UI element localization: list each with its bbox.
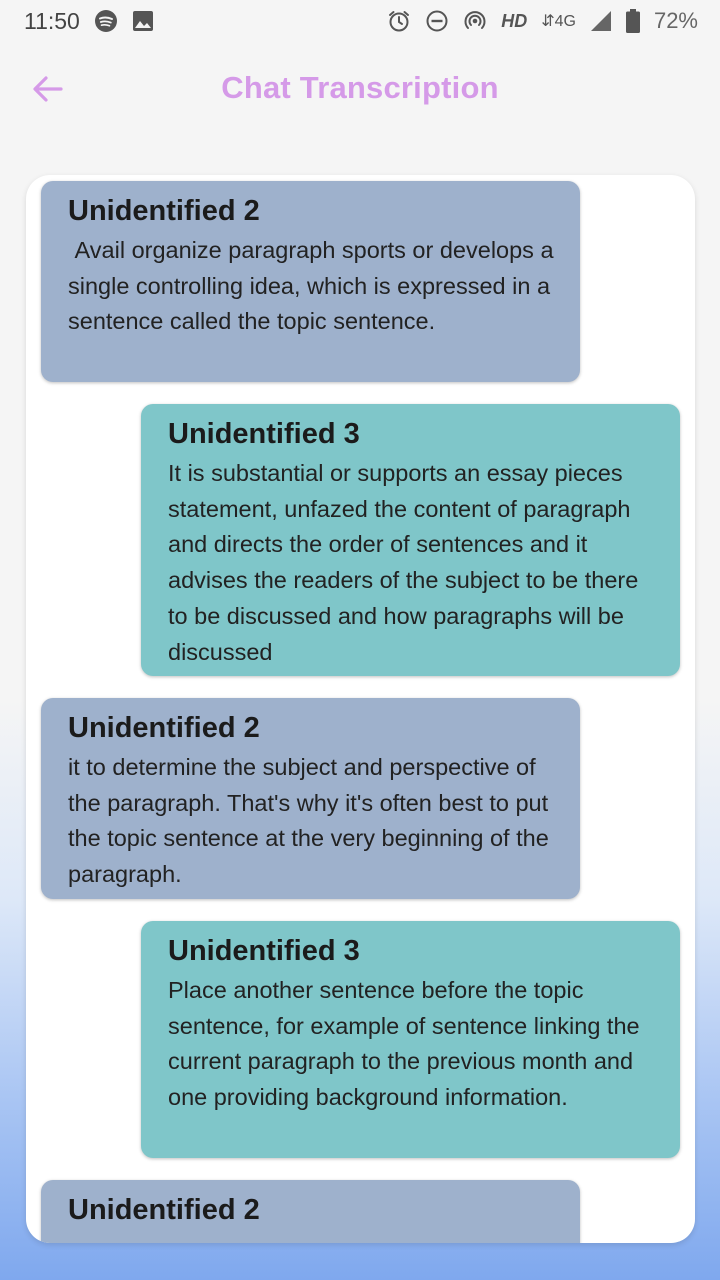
page-title: Chat Transcription <box>221 70 499 105</box>
message-bubble-speaker-3: Unidentified 3 Place another sentence be… <box>141 921 680 1158</box>
status-bar-right: HD ⇵4G 72% <box>387 8 698 34</box>
message-text: Place another sentence before the topic … <box>168 977 647 1111</box>
message-text: It is substantial or supports an essay p… <box>168 460 645 665</box>
status-bar: 11:50 HD ⇵4G 72% <box>0 0 720 42</box>
speaker-name: Unidentified 3 <box>168 935 360 967</box>
message-text: Avail organize paragraph sports or devel… <box>68 237 561 335</box>
data-arrows-icon: ⇵ <box>541 13 555 30</box>
alarm-icon <box>387 9 411 33</box>
spotify-icon <box>94 9 118 33</box>
speaker-name: Unidentified 3 <box>168 418 360 450</box>
status-bar-left: 11:50 <box>24 8 154 35</box>
status-time: 11:50 <box>24 7 80 34</box>
message-bubble-speaker-2: Unidentified 2 <box>41 1180 580 1243</box>
hd-indicator: HD <box>501 10 528 31</box>
message-text: it to determine the subject and perspect… <box>68 754 556 888</box>
battery-percent: 72% <box>653 8 698 33</box>
transcript-card[interactable]: Unidentified 2 Avail organize paragraph … <box>26 175 695 1243</box>
speaker-name: Unidentified 2 <box>68 1194 260 1226</box>
network-type-label: 4G <box>554 13 576 30</box>
message-bubble-speaker-2: Unidentified 2 it to determine the subje… <box>41 698 580 899</box>
back-button[interactable] <box>28 69 68 109</box>
image-notification-icon <box>132 10 154 32</box>
signal-icon <box>590 10 612 32</box>
hotspot-icon <box>463 9 487 33</box>
do-not-disturb-icon <box>425 9 449 33</box>
app-bar: Chat Transcription <box>0 55 720 121</box>
arrow-left-icon <box>33 76 63 102</box>
battery-icon <box>625 9 640 33</box>
network-type: ⇵4G <box>541 11 576 31</box>
speaker-name: Unidentified 2 <box>68 195 260 227</box>
message-bubble-speaker-2: Unidentified 2 Avail organize paragraph … <box>41 181 580 382</box>
message-bubble-speaker-3: Unidentified 3 It is substantial or supp… <box>141 404 680 676</box>
speaker-name: Unidentified 2 <box>68 712 260 744</box>
